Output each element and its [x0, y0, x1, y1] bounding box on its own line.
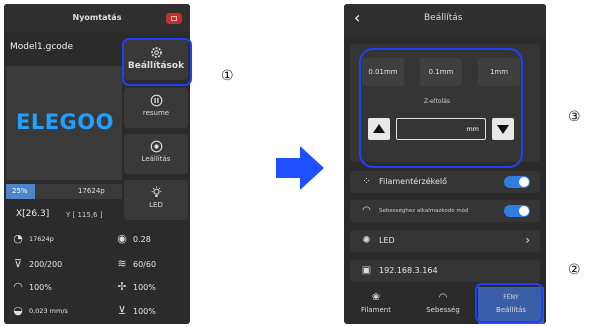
speed-stat[interactable]: ◠ 100% — [12, 281, 52, 293]
fan-stat[interactable]: ✢ 100% — [116, 280, 156, 293]
page-title: Beállítás — [424, 13, 463, 23]
elegoo-logo: ELEGOO — [15, 110, 114, 134]
fan-value: 100% — [133, 282, 156, 292]
led-button[interactable]: LED — [124, 180, 188, 220]
progress-percent: 25% — [12, 187, 28, 195]
coord-y: Y [ 115,6 ] — [66, 211, 103, 219]
bulb-icon — [151, 186, 161, 197]
speed-value: 100% — [29, 282, 52, 292]
time-stat: ◔ 17624p — [12, 233, 54, 245]
filament-sensor-toggle[interactable] — [504, 176, 530, 188]
filament-sensor-label: Filamentérzékelő — [379, 177, 448, 186]
clock-icon: ◔ — [13, 232, 23, 245]
extruder-icon: ⊻ — [117, 304, 127, 317]
layer-icon: ◉ — [117, 232, 127, 245]
bed-value: 60/60 — [133, 259, 157, 269]
tab-speed-label: Sebesség — [426, 306, 460, 314]
stop-icon[interactable] — [166, 13, 182, 24]
led-row[interactable]: ✺ LED › — [350, 230, 540, 252]
ip-row: ▣ 192.168.3.164 — [350, 260, 540, 282]
network-icon: ▣ — [361, 265, 372, 276]
stop-button-label: Leállítás — [141, 155, 171, 163]
led-button-label: LED — [149, 201, 163, 209]
file-name: Model1.gcode — [10, 42, 74, 52]
back-icon[interactable]: ‹ — [354, 8, 360, 27]
annotation-3: ③ — [568, 109, 581, 125]
extrude-value: 100% — [133, 306, 156, 316]
bulb-icon: ✺ — [362, 235, 371, 246]
speedometer-icon: ◠ — [13, 280, 23, 293]
nozzle-stat[interactable]: ⊽ 200/200 — [12, 258, 62, 270]
tab-speed[interactable]: ◠ Sebesség — [410, 287, 476, 324]
annotation-1: ① — [221, 68, 234, 84]
arrow-icon — [276, 146, 324, 190]
stop-button[interactable]: Leállítás — [124, 134, 188, 174]
nozzle-value: 200/200 — [29, 259, 63, 269]
progress-bar: 25% 17624p — [6, 184, 122, 199]
speedometer-icon: ◠ — [438, 292, 448, 303]
sensor-icon: ⁘ — [362, 176, 371, 187]
speedometer-icon: ◠ — [362, 205, 371, 216]
pause-icon — [150, 94, 162, 107]
highlight-z-offset — [359, 48, 523, 168]
flow-icon: ◒ — [13, 304, 23, 317]
progress-size: 17624p — [78, 187, 105, 195]
resume-button-label: resume — [142, 109, 170, 117]
chevron-right-icon: › — [525, 233, 530, 247]
flow-value: 0,023 mm/s — [29, 307, 68, 315]
fan-icon: ✢ — [117, 280, 127, 293]
extrude-stat[interactable]: ⊻ 100% — [116, 305, 156, 317]
coord-x: X[26.3] — [16, 209, 50, 219]
annotation-2: ② — [568, 262, 581, 278]
led-label: LED — [379, 236, 395, 245]
filament-icon: ❀ — [371, 292, 381, 303]
bed-stat[interactable]: ≋ 60/60 — [116, 258, 156, 270]
bed-heat-icon: ≋ — [117, 257, 127, 270]
stop-circle-icon — [150, 140, 162, 153]
nozzle-icon: ⊽ — [13, 257, 23, 270]
speed-mode-row[interactable]: ◠ Sebességhez alkalmazkodó mód — [350, 200, 540, 222]
tab-filament[interactable]: ❀ Filament — [344, 287, 408, 324]
speed-mode-label: Sebességhez alkalmazkodó mód — [379, 208, 469, 214]
model-preview: ELEGOO — [6, 66, 122, 180]
highlight-settings — [122, 38, 192, 86]
flow-stat: ◒ 0,023 mm/s — [12, 305, 68, 317]
filament-sensor-row[interactable]: ⁘ Filamentérzékelő — [350, 171, 540, 193]
layer-stat: ◉ 0.28 — [116, 233, 151, 245]
layer-value: 0.28 — [133, 234, 151, 244]
resume-button[interactable]: resume — [124, 88, 188, 128]
ip-label: 192.168.3.164 — [379, 266, 438, 275]
tab-filament-label: Filament — [360, 306, 391, 314]
speed-mode-toggle[interactable] — [504, 205, 530, 217]
header: ‹ Beállítás — [344, 4, 546, 36]
highlight-settings-tab — [475, 283, 543, 323]
page-title: Nyomtatás — [4, 4, 190, 32]
time-value: 17624p — [29, 235, 54, 243]
